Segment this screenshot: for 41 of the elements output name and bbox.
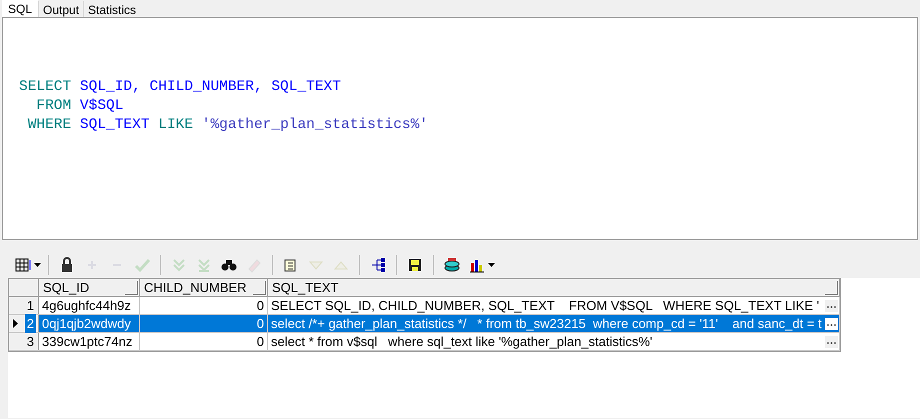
table-cell: 0	[140, 333, 268, 350]
sql-keyword: WHERE	[26, 117, 72, 133]
sql-identifier: SQL_ID, CHILD_NUMBER, SQL_TEXT	[80, 79, 341, 95]
sql-identifier: V$SQL	[80, 98, 124, 114]
save-icon[interactable]	[407, 257, 423, 273]
table-cell: 4g6ughfc44h9z	[39, 297, 140, 314]
lock-icon[interactable]	[59, 257, 75, 273]
sql-identifier: SQL_TEXT	[80, 117, 151, 133]
bar-chart-icon[interactable]	[469, 257, 485, 273]
column-header: SQL_ID	[43, 278, 90, 297]
database-icon[interactable]	[444, 257, 460, 273]
grid-icon[interactable]	[15, 257, 31, 273]
binoculars-icon[interactable]	[221, 257, 237, 273]
filter-button[interactable]	[253, 280, 266, 294]
filter-button[interactable]	[825, 280, 838, 294]
current-row-icon	[13, 319, 18, 328]
tree-icon[interactable]	[370, 257, 386, 273]
table-cell: 339cw1ptc74nz	[39, 333, 140, 350]
row-number: 1	[26, 296, 35, 315]
string-literal: '%gather_plan_statistics%'	[202, 117, 428, 133]
row-number: 2	[24, 314, 36, 334]
filter-button[interactable]	[125, 280, 138, 294]
sql-keyword: LIKE	[158, 117, 194, 133]
row-number: 3	[26, 332, 35, 351]
table-cell: SELECT SQL_ID, CHILD_NUMBER, SQL_TEXT FROM V$SQL WHERE SQL_TEXT LIKE '	[271, 297, 820, 314]
table-cell: select /*+ gather_plan_statistics */ * from tb_sw23215 where comp_cd = '11' and sanc_dt = t	[271, 315, 822, 332]
ellipsis-icon[interactable]	[825, 300, 838, 312]
sql-keyword: FROM	[35, 98, 72, 114]
column-header: CHILD_NUMBER	[144, 278, 247, 297]
ellipsis-icon[interactable]	[825, 318, 838, 330]
sql-editor[interactable]: SELECT SQL_ID, CHILD_NUMBER, SQL_TEXT FROM V$SQL WHERE SQL_TEXT LIKE '%gather_plan_statistics%'	[2, 17, 918, 240]
caret-icon[interactable]	[34, 263, 41, 267]
table-cell: 0	[140, 297, 268, 314]
caret-icon[interactable]	[488, 263, 495, 267]
tab[interactable]: SQL	[2, 0, 38, 17]
sql-keyword: SELECT	[19, 79, 72, 95]
table-cell: 0qj1qjb2wdwdy	[39, 315, 140, 332]
ellipsis-icon[interactable]	[825, 336, 838, 348]
table-cell: 0	[140, 315, 268, 332]
column-header: SQL_TEXT	[272, 278, 338, 297]
table-cell: select * from v$sql where sql_text like '%gather_plan_statistics%'	[271, 333, 652, 350]
